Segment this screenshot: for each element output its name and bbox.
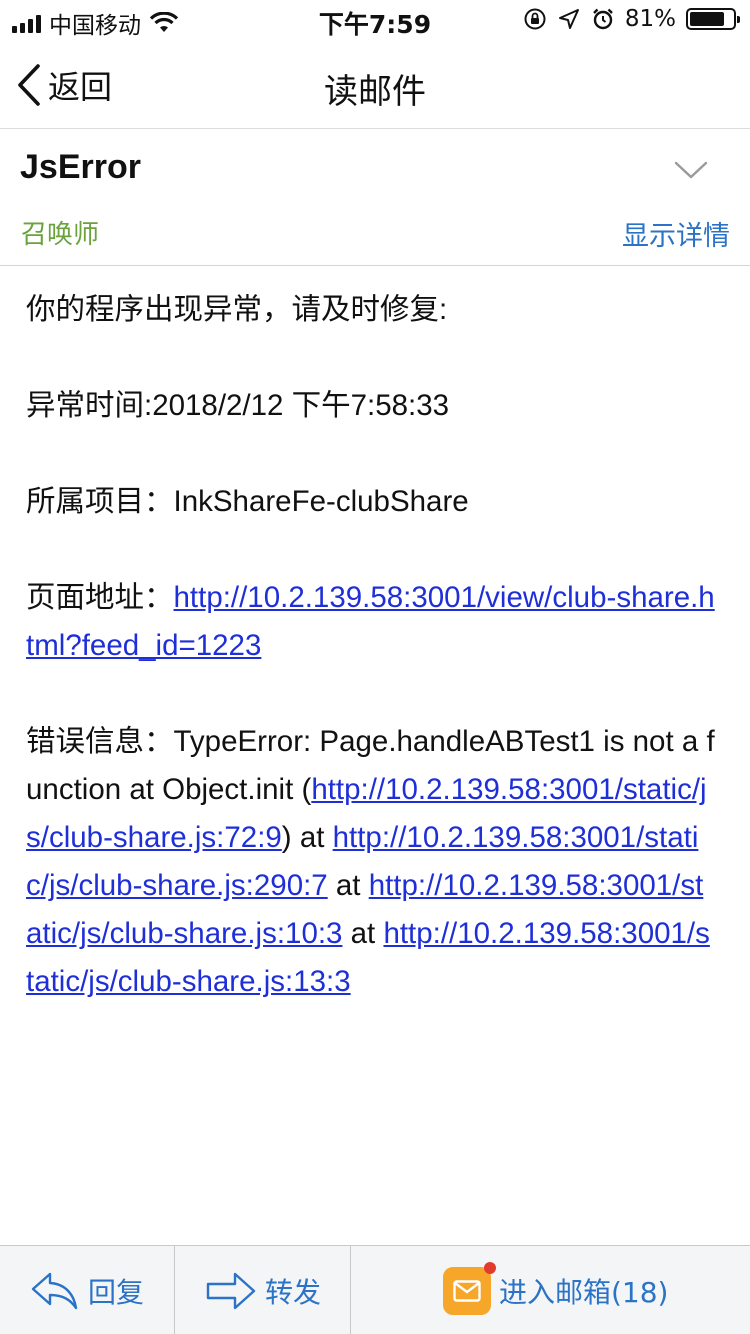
error-label: 错误信息： (26, 725, 174, 758)
mailbox-icon (443, 1261, 496, 1315)
toolbar-divider (350, 1246, 351, 1334)
sender-name[interactable]: 召唤师 (21, 214, 99, 251)
body-page-line: 页面地址：http://10.2.139.58:3001/view/club-s… (26, 574, 716, 670)
mail-header: JsError 召唤师 显示详情 (0, 130, 750, 266)
mail-body: 你的程序出现异常，请及时修复: 异常时间:2018/2/12 下午7:58:33… (26, 286, 716, 1054)
unread-dot (484, 1261, 496, 1274)
body-intro: 你的程序出现异常，请及时修复: (26, 293, 448, 326)
enter-mailbox-label: 进入邮箱(18) (499, 1275, 669, 1309)
forward-icon (206, 1272, 256, 1309)
error-text: ) at (281, 821, 333, 854)
battery-percent: 81% (624, 6, 676, 32)
project-label: 所属项目： (26, 485, 174, 518)
bottom-toolbar: 回复 转发 进入邮箱(18) (0, 1245, 750, 1334)
battery-fill (690, 12, 725, 26)
forward-label: 转发 (265, 1275, 322, 1309)
location-icon (558, 9, 579, 29)
body-project-line: 所属项目：InkShareFe-clubShare (26, 478, 716, 526)
show-details-link[interactable]: 显示详情 (622, 214, 730, 253)
reply-icon (31, 1272, 78, 1309)
reply-button[interactable]: 回复 (30, 1246, 144, 1334)
nav-bar: 返回 读邮件 (0, 40, 750, 129)
chevron-down-icon[interactable] (674, 160, 708, 180)
page-title: 读邮件 (324, 72, 426, 112)
mail-subject: JsError (20, 148, 141, 186)
error-text: at (327, 869, 369, 902)
body-time-line: 异常时间:2018/2/12 下午7:58:33 (26, 389, 450, 422)
enter-mailbox-button[interactable]: 进入邮箱(18) (443, 1246, 668, 1334)
page-url-label: 页面地址： (26, 581, 174, 614)
project-value: InkShareFe-clubShare (173, 485, 469, 518)
orientation-lock-icon (524, 8, 546, 30)
envelope-icon (453, 1279, 481, 1302)
toolbar-divider (174, 1246, 175, 1334)
body-error-line: 错误信息：TypeError: Page.handleABTest1 is no… (26, 718, 716, 1006)
alarm-icon (593, 8, 613, 30)
forward-button[interactable]: 转发 (205, 1246, 321, 1334)
reply-label: 回复 (88, 1275, 145, 1309)
error-text: at (342, 917, 384, 950)
battery-icon (686, 8, 740, 30)
status-right: 81% (523, 6, 740, 32)
status-bar: 中国移动 下午7:59 81% (0, 0, 750, 40)
